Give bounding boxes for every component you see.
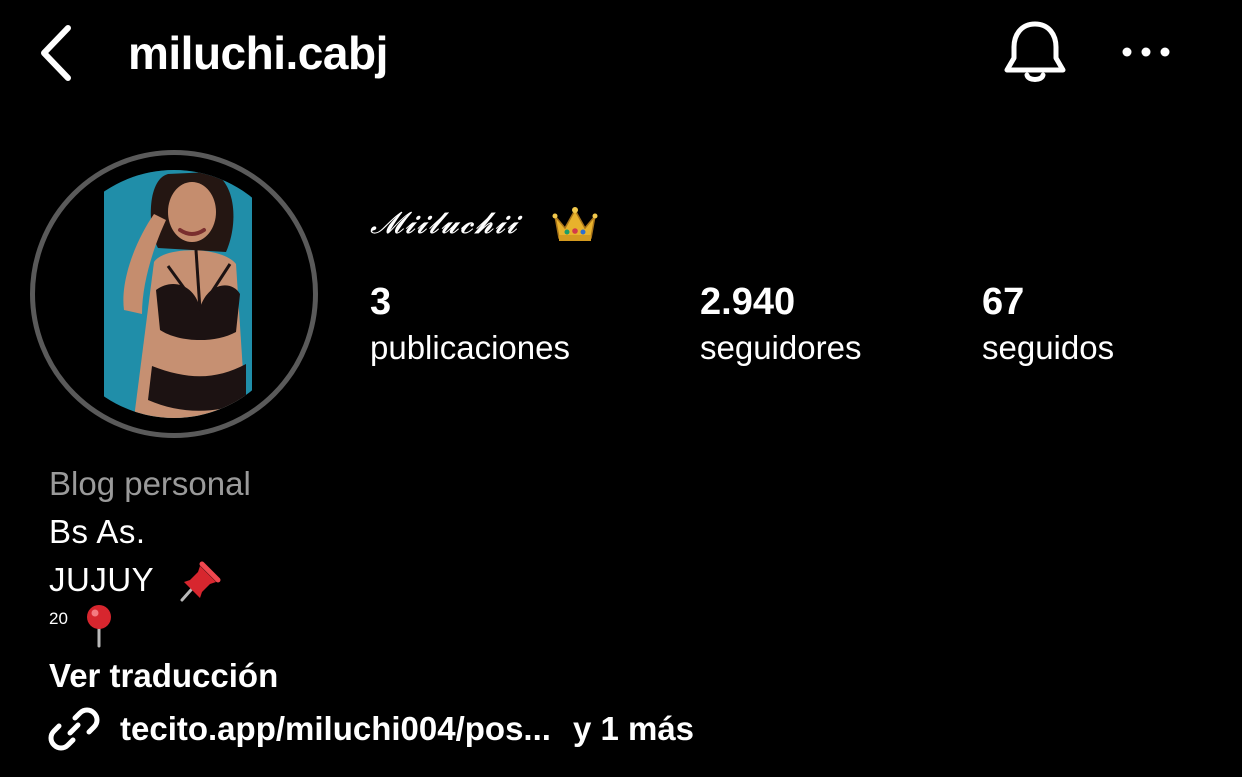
link-icon: [48, 707, 100, 751]
bell-icon: [1004, 21, 1066, 82]
stat-following-label: seguidos: [982, 329, 1115, 366]
bio-line: Bs As.: [49, 513, 146, 550]
stat-following-count: 67: [982, 281, 1025, 323]
avatar[interactable]: [50, 170, 298, 418]
stat-posts-count: 3: [370, 281, 392, 323]
stat-followers[interactable]: 2.940 seguidores: [700, 278, 861, 370]
round-pushpin-icon: [84, 604, 114, 648]
more-options-button[interactable]: [1118, 30, 1178, 74]
notifications-button[interactable]: [1000, 18, 1070, 88]
chevron-left-icon: [41, 25, 71, 81]
more-horizontal-icon: [1122, 47, 1170, 57]
crown-icon: [552, 204, 598, 244]
bio-link-url[interactable]: tecito.app/miluchi004/pos...: [120, 710, 551, 748]
stat-posts-label: publicaciones: [370, 329, 570, 366]
profile-display-name: 𝓜𝓲𝓲𝓵𝓾𝓬𝓱𝓲𝓲: [370, 206, 519, 241]
bio-link[interactable]: tecito.app/miluchi004/pos... y 1 más: [48, 704, 694, 754]
bio-link-more[interactable]: y 1 más: [573, 710, 694, 748]
bio-line: JUJUY: [49, 561, 155, 598]
stat-followers-label: seguidores: [700, 329, 862, 366]
stat-following[interactable]: 67 seguidos: [982, 278, 1114, 370]
profile-photo: [50, 170, 298, 418]
see-translation-link[interactable]: Ver traducción: [49, 654, 278, 698]
bio-age: 20: [49, 609, 68, 628]
stat-posts[interactable]: 3 publicaciones: [370, 278, 570, 370]
profile-category: Blog personal: [49, 465, 251, 502]
pushpin-icon: [176, 558, 224, 604]
profile-username: miluchi.cabj: [128, 27, 388, 79]
stat-followers-count: 2.940: [700, 281, 796, 323]
back-button[interactable]: [34, 22, 80, 84]
